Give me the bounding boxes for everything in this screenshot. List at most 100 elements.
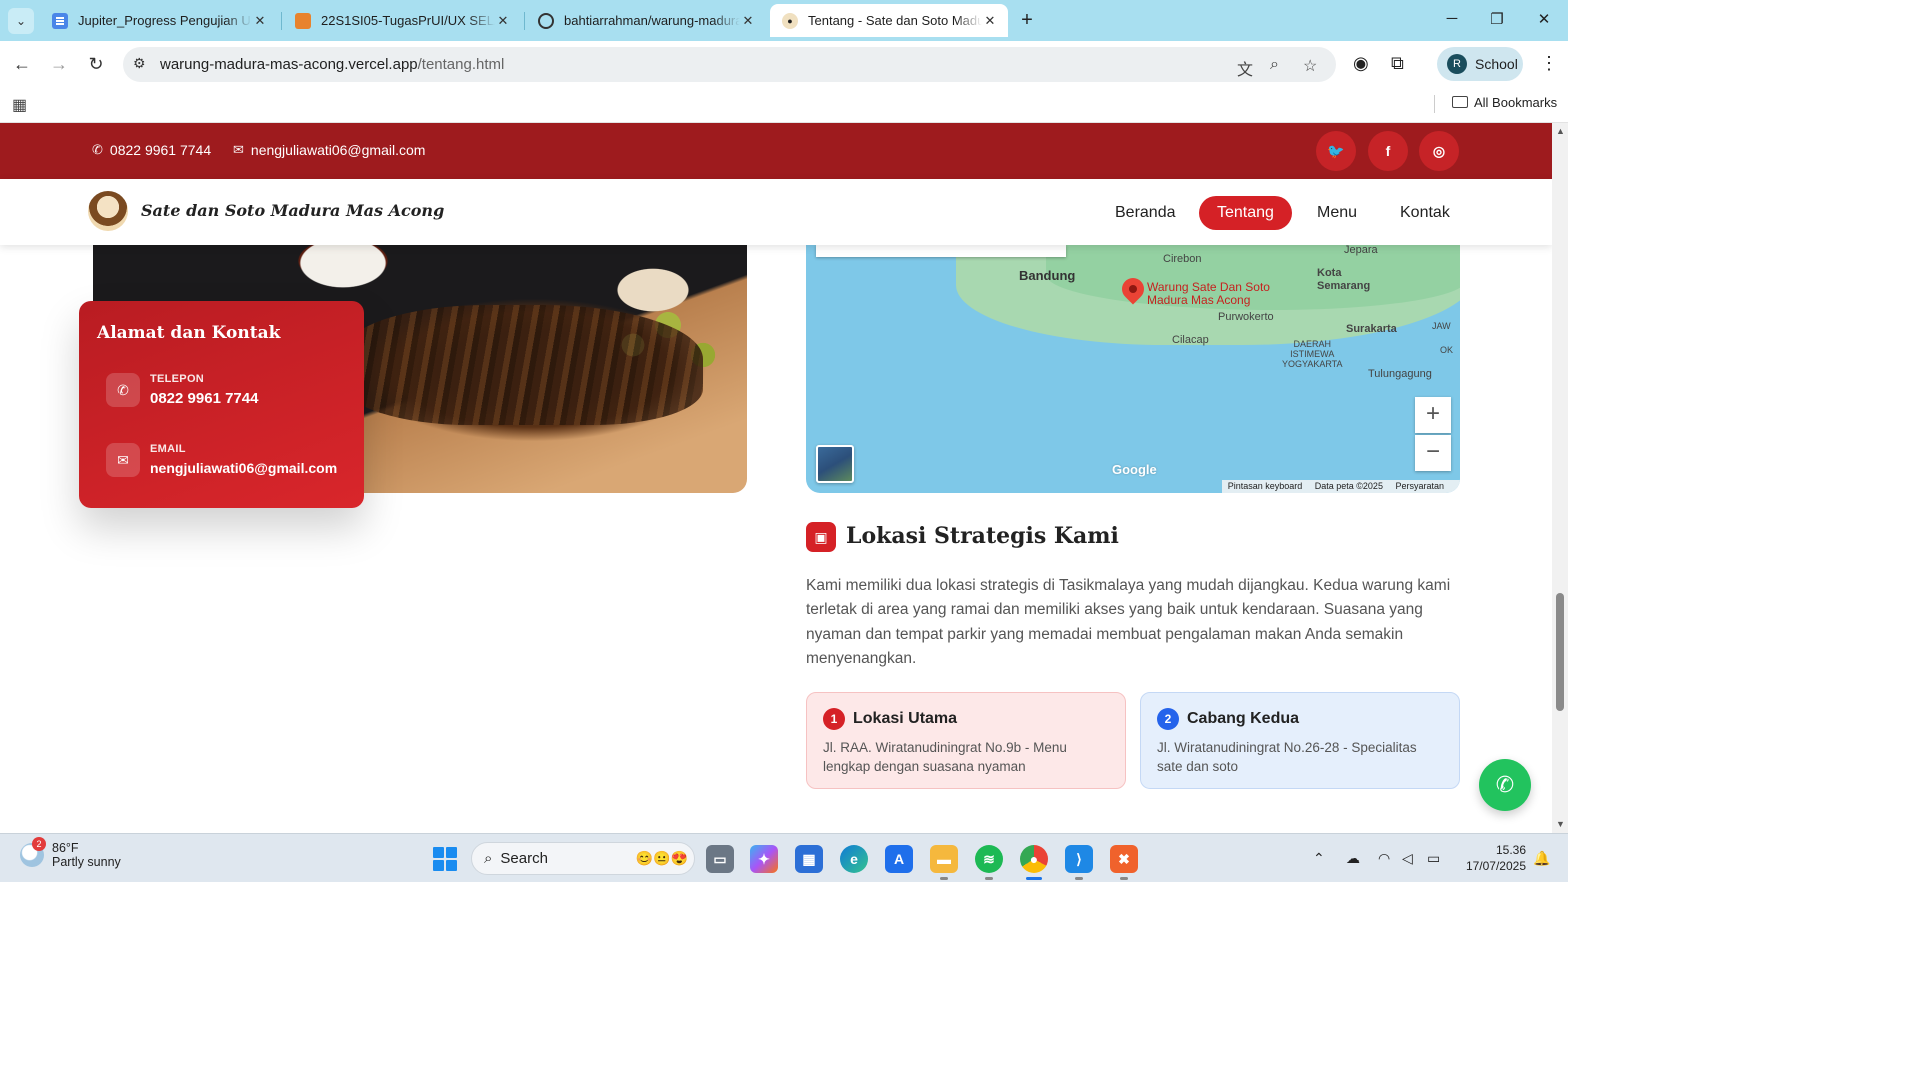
zoom-icon[interactable]: ⌕	[1270, 56, 1279, 74]
map-data-text: Data peta ©2025	[1314, 481, 1383, 491]
phone-label: TELEPON	[150, 373, 205, 385]
nav-link-menu[interactable]: Menu	[1299, 196, 1375, 230]
task-view-icon[interactable]: ▭	[706, 845, 734, 873]
new-tab-icon[interactable]: +	[1016, 9, 1038, 31]
url-text[interactable]: warung-madura-mas-acong.vercel.app/tenta…	[160, 56, 504, 73]
topbar-phone[interactable]: ✆ 0822 9961 7744	[92, 142, 211, 158]
site-info-icon[interactable]: ⚙	[133, 55, 146, 72]
brand-name[interactable]: Sate dan Soto Madura Mas Acong	[141, 201, 444, 220]
map-label-jepara: Jepara	[1344, 245, 1378, 256]
avatar: R	[1447, 54, 1467, 74]
close-tab-icon[interactable]: ✕	[982, 13, 998, 29]
scrollbar-thumb[interactable]	[1556, 593, 1564, 711]
volume-icon[interactable]: ◁	[1402, 850, 1413, 867]
keyboard-shortcuts-link[interactable]: Pintasan keyboard	[1228, 481, 1303, 491]
map-label-cirebon: Cirebon	[1163, 253, 1202, 265]
topbar-email[interactable]: ✉ nengjuliawati06@gmail.com	[233, 142, 425, 158]
reload-icon[interactable]: ↻	[84, 52, 108, 76]
search-highlight-icon: 😊😐😍	[635, 850, 688, 866]
close-tab-icon[interactable]: ✕	[740, 13, 756, 29]
location-description: Jl. Wiratanudiningrat No.26-28 - Special…	[1157, 740, 1417, 774]
taskbar-clock[interactable]: 15.36 17/07/2025	[1466, 842, 1526, 874]
all-bookmarks-button[interactable]: All Bookmarks	[1452, 95, 1557, 110]
copilot-icon[interactable]: ✦	[750, 845, 778, 873]
edge-icon[interactable]: e	[840, 845, 868, 873]
spotify-icon[interactable]: ≋	[975, 845, 1003, 880]
zoom-in-icon[interactable]: +	[1415, 397, 1451, 433]
tab-search-dropdown-icon[interactable]: ⌄	[8, 8, 34, 34]
xampp-icon[interactable]: ✖	[1110, 845, 1138, 880]
minimize-icon[interactable]: ─	[1442, 10, 1462, 27]
whatsapp-icon[interactable]: ✆	[1479, 759, 1531, 811]
tab-tugas[interactable]: 22S1SI05-TugasPrUI/UX SELASA ✕	[283, 4, 521, 37]
taskbar-search-label: Search	[500, 850, 548, 867]
location-description: Jl. RAA. Wiratanudiningrat No.9b - Menu …	[823, 740, 1067, 774]
extension-icon[interactable]: ◉	[1353, 53, 1369, 74]
map-label-diy: DAERAH ISTIMEWA YOGYAKARTA	[1282, 339, 1343, 369]
all-bookmarks-label: All Bookmarks	[1474, 95, 1558, 110]
microsoft-store-icon[interactable]: ▦	[795, 845, 823, 873]
url-path: /tentang.html	[417, 56, 505, 73]
contact-card-title: Alamat dan Kontak	[97, 323, 281, 343]
tab-tentang[interactable]: ● Tentang - Sate dan Soto Madura ✕	[770, 4, 1008, 37]
restore-icon[interactable]: ❐	[1487, 10, 1507, 28]
battery-icon[interactable]: ▭	[1427, 850, 1440, 867]
map-label-surakarta: Surakarta	[1346, 323, 1397, 335]
email-value: nengjuliawati06@gmail.com	[150, 460, 338, 476]
ribs-shape	[343, 305, 703, 425]
wifi-icon[interactable]: ◠	[1378, 850, 1390, 867]
translate-icon[interactable]: 文	[1237, 56, 1253, 80]
section-title: Lokasi Strategis Kami	[846, 523, 1119, 549]
map-label-cilacap: Cilacap	[1172, 334, 1209, 346]
nav-link-kontak[interactable]: Kontak	[1382, 196, 1468, 230]
close-window-icon[interactable]: ✕	[1534, 10, 1554, 28]
terms-link[interactable]: Persyaratan	[1395, 481, 1444, 491]
google-map[interactable]: Bandung Cirebon Jepara Kota Semarang War…	[806, 245, 1460, 493]
windows-start-icon[interactable]	[433, 847, 457, 871]
profile-button[interactable]: R School	[1437, 47, 1523, 81]
close-tab-icon[interactable]: ✕	[495, 13, 511, 29]
tab-github[interactable]: bahtiarrahman/warung-madura ✕	[526, 4, 766, 37]
tab-title: Tentang - Sate dan Soto Madura	[808, 13, 982, 28]
extensions-puzzle-icon[interactable]: ⧉	[1391, 53, 1404, 74]
nav-link-tentang[interactable]: Tentang	[1199, 196, 1292, 230]
tab-jupiter[interactable]: Jupiter_Progress Pengujian UEQ ✕	[40, 4, 278, 37]
map-label-tulungagung: Tulungagung	[1368, 368, 1432, 380]
weather-widget[interactable]: 2 86°F Partly sunny	[20, 837, 121, 869]
chrome-icon[interactable]: ●	[1020, 845, 1048, 880]
nav-link-beranda[interactable]: Beranda	[1097, 196, 1194, 230]
location-title: Cabang Kedua	[1187, 710, 1300, 727]
address-bar[interactable]: ⚙ warung-madura-mas-acong.vercel.app/ten…	[123, 47, 1336, 82]
zoom-out-icon[interactable]: −	[1415, 435, 1451, 471]
main-navbar: Sate dan Soto Madura Mas Acong Beranda T…	[0, 179, 1552, 245]
tab-title: Jupiter_Progress Pengujian UEQ	[78, 13, 252, 28]
forward-icon[interactable]: →	[47, 52, 71, 76]
apps-grid-icon[interactable]: ▦	[12, 95, 27, 115]
facebook-icon[interactable]: f	[1368, 131, 1408, 171]
map-label-bandung: Bandung	[1019, 268, 1076, 283]
section-description: Kami memiliki dua lokasi strategis di Ta…	[806, 577, 1451, 667]
instagram-icon[interactable]: ◎	[1419, 131, 1459, 171]
scroll-down-icon[interactable]: ▼	[1556, 819, 1565, 829]
notifications-icon[interactable]: 🔔	[1533, 850, 1550, 867]
more-menu-icon[interactable]: ⋮	[1540, 53, 1558, 74]
map-pin-label[interactable]: Warung Sate Dan Soto Madura Mas Acong	[1147, 281, 1270, 307]
bookmark-star-icon[interactable]: ☆	[1303, 56, 1317, 76]
file-explorer-icon[interactable]: ▬	[930, 845, 958, 880]
brand-logo[interactable]	[88, 191, 128, 231]
back-icon[interactable]: ←	[10, 52, 34, 76]
tab-separator	[281, 12, 282, 30]
app-icon[interactable]: A	[885, 845, 913, 873]
scroll-up-icon[interactable]: ▲	[1556, 126, 1565, 136]
vscode-icon[interactable]: ⟩	[1065, 845, 1093, 880]
taskbar-search[interactable]: ⌕ Search 😊😐😍	[471, 842, 695, 875]
map-label-ok: OK	[1440, 345, 1454, 355]
twitter-icon[interactable]: 🐦	[1316, 131, 1356, 171]
weather-temp: 86°F	[52, 841, 79, 855]
page-scrollbar[interactable]: ▲ ▼	[1552, 123, 1568, 833]
close-tab-icon[interactable]: ✕	[252, 13, 268, 29]
bookmarks-separator	[1434, 95, 1435, 113]
tray-overflow-icon[interactable]: ⌃	[1313, 850, 1325, 867]
satellite-toggle[interactable]	[816, 445, 854, 483]
onedrive-icon[interactable]: ☁	[1346, 850, 1360, 867]
